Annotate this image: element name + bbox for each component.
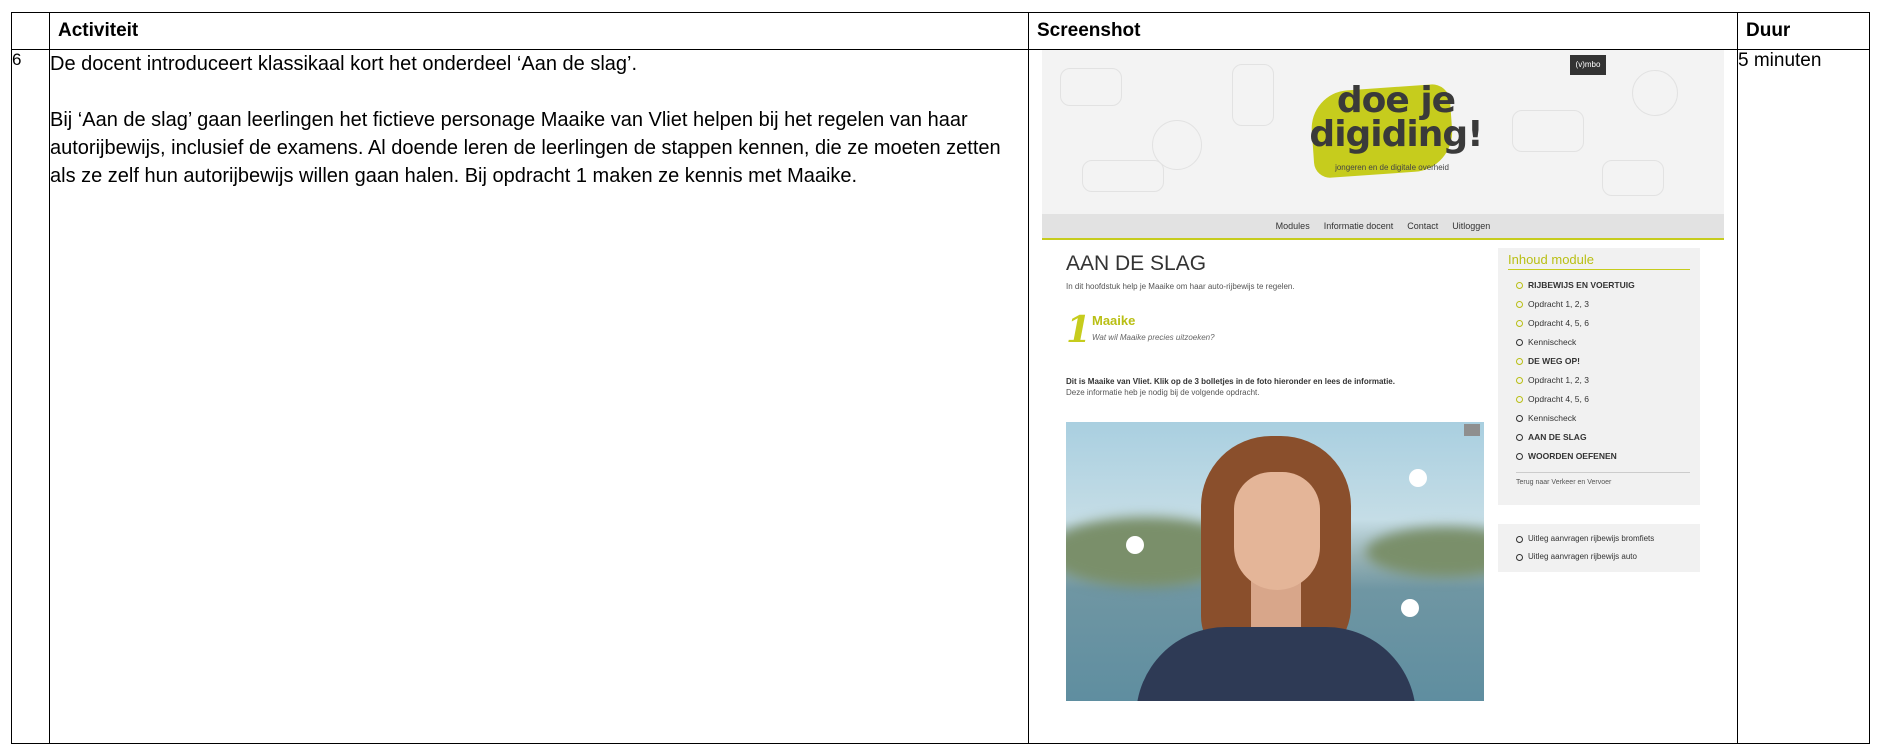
header-row: Activiteit Screenshot Duur: [11, 12, 1870, 50]
header-screenshot: Screenshot: [1028, 12, 1738, 50]
step-subtitle: Wat wil Maaike precies uitzoeken?: [1092, 333, 1215, 342]
sidebar-item[interactable]: AAN DE SLAG: [1516, 428, 1700, 447]
doodle-shape: [1060, 68, 1122, 106]
photo-shirt: [1136, 627, 1416, 701]
website-screenshot: (v)mbo doe je digiding! jongeren en de d…: [1042, 50, 1724, 743]
header-duration: Duur: [1737, 12, 1870, 50]
row-number: 6: [11, 49, 50, 744]
hotspot-dot[interactable]: [1401, 599, 1419, 617]
module-sidebar: Inhoud module RIJBEWIJS EN VOERTUIG Opdr…: [1498, 248, 1700, 505]
site-logo[interactable]: doe je digiding!: [1306, 80, 1486, 155]
explanation-link[interactable]: Uitleg aanvragen rijbewijs auto: [1516, 548, 1700, 566]
doodle-shape: [1082, 160, 1164, 192]
sidebar-item[interactable]: Opdracht 1, 2, 3: [1516, 295, 1700, 314]
bullet-icon: [1516, 535, 1523, 543]
nav-informatie-docent[interactable]: Informatie docent: [1324, 221, 1394, 231]
logo-line-2: digiding!: [1309, 114, 1483, 155]
bullet-icon: [1516, 301, 1523, 308]
page-intro: In dit hoofdstuk help je Maaike om haar …: [1066, 282, 1295, 291]
sidebar-back-link[interactable]: Terug naar Verkeer en Vervoer: [1516, 472, 1690, 486]
instruction-bold: Dit is Maaike van Vliet. Klik op de 3 bo…: [1066, 377, 1395, 386]
screenshot-cell: (v)mbo doe je digiding! jongeren en de d…: [1028, 49, 1738, 744]
page-title: AAN DE SLAG: [1066, 252, 1207, 275]
doodle-shape: [1632, 70, 1678, 116]
duration-cell: 5 minuten: [1737, 49, 1870, 744]
step-number: 1: [1066, 309, 1092, 351]
nav-contact[interactable]: Contact: [1407, 221, 1438, 231]
activity-paragraph-2: Bij ‘Aan de slag’ gaan leerlingen het fi…: [50, 109, 1001, 187]
lesson-table: Activiteit Screenshot Duur 6 De docent i…: [11, 12, 1870, 744]
hotspot-dot[interactable]: [1126, 536, 1144, 554]
sidebar-list: RIJBEWIJS EN VOERTUIG Opdracht 1, 2, 3 O…: [1516, 276, 1700, 466]
explanation-list: Uitleg aanvragen rijbewijs bromfiets Uit…: [1516, 530, 1700, 566]
fullscreen-icon[interactable]: [1464, 424, 1480, 436]
activity-cell: De docent introduceert klassikaal kort h…: [49, 49, 1029, 744]
nav-modules[interactable]: Modules: [1276, 221, 1310, 231]
sidebar-item[interactable]: RIJBEWIJS EN VOERTUIG: [1516, 276, 1700, 295]
logo-subtitle: jongeren en de digitale overheid: [1335, 163, 1449, 172]
bullet-icon: [1516, 358, 1523, 365]
explanation-link[interactable]: Uitleg aanvragen rijbewijs bromfiets: [1516, 530, 1700, 548]
doodle-shape: [1512, 110, 1584, 152]
activity-paragraph-1: De docent introduceert klassikaal kort h…: [50, 53, 638, 75]
bullet-icon: [1516, 320, 1523, 327]
explanation-sidebar: Uitleg aanvragen rijbewijs bromfiets Uit…: [1498, 524, 1700, 572]
sidebar-item[interactable]: Opdracht 1, 2, 3: [1516, 371, 1700, 390]
bullet-icon: [1516, 415, 1523, 422]
bullet-icon: [1516, 553, 1523, 561]
doodle-shape: [1602, 160, 1664, 196]
bullet-icon: [1516, 434, 1523, 441]
nav-uitloggen[interactable]: Uitloggen: [1452, 221, 1490, 231]
photo-face: [1234, 472, 1320, 590]
photo-hill: [1366, 527, 1484, 577]
sidebar-item[interactable]: Opdracht 4, 5, 6: [1516, 314, 1700, 333]
header-activity: Activiteit: [49, 12, 1029, 50]
maaike-photo: [1066, 422, 1484, 701]
step-heading: 1 Maaike Wat wil Maaike precies uitzoeke…: [1066, 309, 1486, 353]
bullet-icon: [1516, 339, 1523, 346]
site-navbar: Modules Informatie docent Contact Uitlog…: [1042, 214, 1724, 240]
vmbo-badge[interactable]: (v)mbo: [1570, 55, 1606, 75]
header-num: [11, 12, 50, 50]
step-title: Maaike: [1092, 313, 1136, 328]
table-row: 6 De docent introduceert klassikaal kort…: [11, 49, 1870, 744]
doodle-shape: [1232, 64, 1274, 126]
bullet-icon: [1516, 396, 1523, 403]
site-main-content: AAN DE SLAG In dit hoofdstuk help je Maa…: [1066, 250, 1486, 397]
bullet-icon: [1516, 453, 1523, 460]
site-header: (v)mbo doe je digiding! jongeren en de d…: [1042, 50, 1724, 214]
sidebar-item[interactable]: Kennischeck: [1516, 409, 1700, 428]
sidebar-item[interactable]: Kennischeck: [1516, 333, 1700, 352]
instruction-plain: Deze informatie heb je nodig bij de volg…: [1066, 388, 1260, 397]
sidebar-item[interactable]: WOORDEN OEFENEN: [1516, 447, 1700, 466]
sidebar-item[interactable]: Opdracht 4, 5, 6: [1516, 390, 1700, 409]
bullet-icon: [1516, 282, 1523, 289]
sidebar-title: Inhoud module: [1508, 252, 1690, 270]
logo-line-1: doe je: [1336, 80, 1456, 121]
sidebar-item[interactable]: DE WEG OP!: [1516, 352, 1700, 371]
hotspot-dot[interactable]: [1409, 469, 1427, 487]
bullet-icon: [1516, 377, 1523, 384]
